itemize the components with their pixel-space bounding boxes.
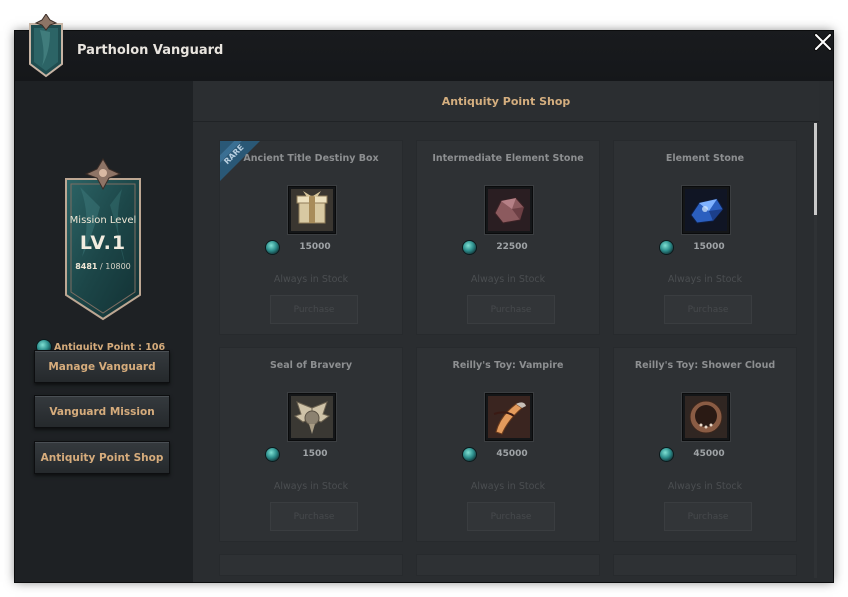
xp-readout: 8481 / 10800: [62, 262, 144, 271]
antiquity-gem-icon: [266, 447, 279, 461]
item-price: 1500: [302, 449, 328, 459]
item-name: Ancient Title Destiny Box: [243, 153, 379, 164]
item-price: 22500: [496, 242, 528, 252]
winged-seal-icon: [288, 393, 336, 441]
shop-item-card: Reilly's Toy: Vampire 45000 Always in St…: [417, 348, 599, 541]
item-name: Reilly's Toy: Vampire: [452, 360, 564, 371]
close-icon[interactable]: [812, 31, 834, 53]
price-row: 45000: [463, 446, 553, 462]
vanguard-crest-icon: [26, 13, 66, 78]
price-row: 22500: [463, 239, 553, 255]
antiquity-gem-icon: [266, 240, 279, 254]
item-name: Reilly's Toy: Shower Cloud: [634, 360, 776, 371]
vanguard-window: Partholon Vanguard Mission Level LV.1 84…: [15, 31, 833, 582]
mission-level-banner: Mission Level LV.1 8481 / 10800: [62, 157, 144, 322]
stock-status: Always in Stock: [470, 274, 546, 285]
vanguard-mission-button[interactable]: Vanguard Mission: [34, 395, 170, 428]
mission-level-value: LV.1: [79, 232, 127, 254]
antiquity-gem-icon: [660, 240, 673, 254]
antiquity-gem-icon: [463, 240, 476, 254]
shop-item-card: Reilly's Toy: Shower Cloud 45000 Always …: [614, 348, 796, 541]
shop-item-card: [614, 555, 796, 575]
purchase-button[interactable]: Purchase: [270, 295, 358, 324]
title-bar: Partholon Vanguard: [15, 31, 833, 81]
blue-crystal-icon: [682, 186, 730, 234]
antiquity-point-shop-button[interactable]: Antiquity Point Shop: [34, 441, 170, 474]
stock-status: Always in Stock: [470, 481, 546, 492]
stock-status: Always in Stock: [273, 481, 349, 492]
shop-item-card: Intermediate Element Stone 22500 Always …: [417, 141, 599, 334]
mission-level-label: Mission Level: [69, 215, 137, 226]
shop-item-card: [417, 555, 599, 575]
xp-current: 8481: [75, 262, 98, 271]
scrollbar-thumb[interactable]: [814, 123, 817, 215]
antiquity-gem-icon: [660, 447, 673, 461]
purchase-button[interactable]: Purchase: [467, 502, 555, 531]
shop-title: Antiquity Point Shop: [193, 81, 819, 122]
xp-separator: /: [100, 262, 103, 271]
price-row: 1500: [266, 446, 356, 462]
stock-status: Always in Stock: [273, 274, 349, 285]
item-name: Element Stone: [665, 153, 745, 164]
xp-max: 10800: [105, 262, 131, 271]
item-name: Intermediate Element Stone: [432, 153, 584, 164]
purchase-button[interactable]: Purchase: [467, 295, 555, 324]
manage-vanguard-button[interactable]: Manage Vanguard: [34, 350, 170, 383]
gift-box-icon: [288, 186, 336, 234]
window-title: Partholon Vanguard: [77, 43, 224, 58]
price-row: 15000: [266, 239, 356, 255]
shop-panel: Antiquity Point Shop RARE Ancient Title …: [193, 81, 833, 582]
purchase-button[interactable]: Purchase: [664, 295, 752, 324]
item-price: 45000: [693, 449, 725, 459]
item-price: 15000: [693, 242, 725, 252]
stone-icon: [485, 186, 533, 234]
stock-status: Always in Stock: [667, 274, 743, 285]
shop-item-card: Element Stone 15000 Always in Stock Purc…: [614, 141, 796, 334]
shop-item-card: RARE Ancient Title Destiny Box 15000 Alw…: [220, 141, 402, 334]
shop-item-card: [220, 555, 402, 575]
shop-item-card: Seal of Bravery 1500 Always in Stock Pur…: [220, 348, 402, 541]
shop-scrollbar[interactable]: [814, 123, 817, 578]
purchase-button[interactable]: Purchase: [664, 502, 752, 531]
left-panel: Mission Level LV.1 8481 / 10800 Antiquit…: [15, 81, 193, 582]
antiquity-gem-icon: [463, 447, 476, 461]
purchase-button[interactable]: Purchase: [270, 502, 358, 531]
item-name: Seal of Bravery: [269, 360, 353, 371]
price-row: 15000: [660, 239, 750, 255]
price-row: 45000: [660, 446, 750, 462]
vampire-toy-icon: [485, 393, 533, 441]
stock-status: Always in Stock: [667, 481, 743, 492]
item-price: 45000: [496, 449, 528, 459]
item-price: 15000: [299, 242, 331, 252]
shower-cloud-toy-icon: [682, 393, 730, 441]
